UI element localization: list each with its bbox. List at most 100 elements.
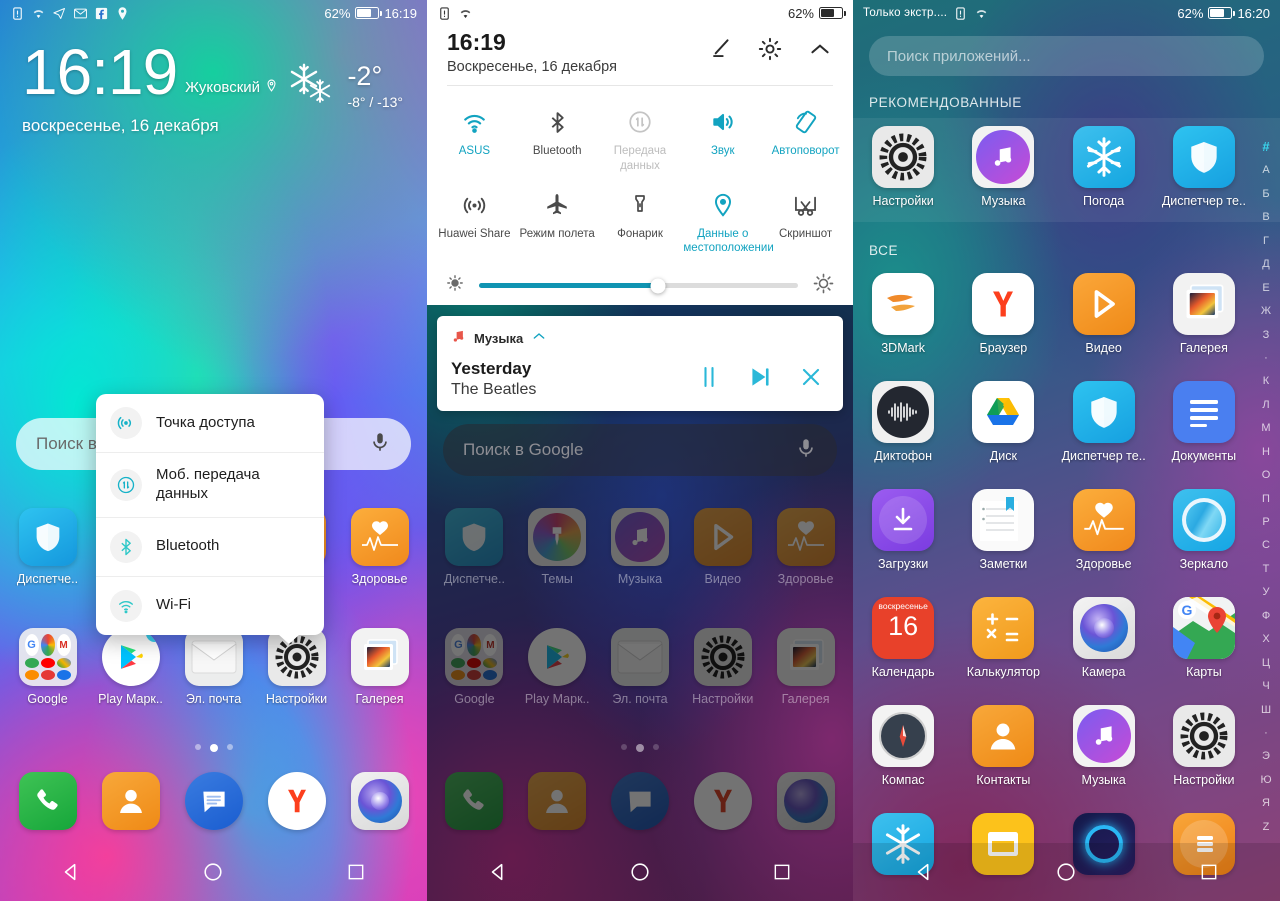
clock-widget[interactable]: 16:19 Жуковский воскресенье, 16 декабря … [22, 40, 411, 136]
back-icon[interactable] [470, 853, 526, 891]
alpha-letter[interactable]: Z [1263, 821, 1270, 833]
alpha-letter[interactable]: Т [1263, 563, 1270, 575]
dock-item-yandex[interactable] [685, 772, 761, 836]
recents-icon[interactable] [1181, 853, 1237, 891]
page-dot[interactable] [194, 744, 201, 750]
edit-icon[interactable] [707, 36, 733, 67]
alpha-letter[interactable]: Е [1262, 282, 1269, 294]
alpha-letter[interactable]: О [1262, 470, 1271, 481]
app-item[interactable]: Галерея [342, 628, 418, 706]
home-icon[interactable] [1038, 853, 1094, 891]
popup-item-bluetooth[interactable]: Bluetooth [96, 516, 324, 576]
alpha-letter[interactable]: Ц [1262, 657, 1270, 669]
alpha-letter[interactable]: Ч [1262, 681, 1269, 692]
dock-item-messages[interactable] [176, 772, 252, 836]
mic-icon[interactable] [369, 431, 391, 458]
alpha-letter[interactable]: А [1262, 165, 1269, 176]
home-icon[interactable] [612, 853, 668, 891]
app-item[interactable]: Настройки [853, 126, 953, 208]
app-item[interactable]: Диск [953, 381, 1053, 463]
app-item[interactable]: Зеркало [1154, 489, 1254, 571]
qs-tile-bluetooth[interactable]: Bluetooth [516, 100, 599, 183]
app-item[interactable]: Темы [519, 508, 595, 586]
alpha-letter[interactable]: Я [1262, 798, 1270, 809]
dock-item-camera[interactable] [768, 772, 844, 836]
gear-icon[interactable] [757, 36, 783, 67]
page-dot[interactable] [653, 744, 659, 750]
popup-item-wifi[interactable]: Wi-Fi [96, 575, 324, 635]
alpha-letter[interactable]: Г [1263, 235, 1269, 247]
app-item[interactable]: Диктофон [853, 381, 953, 463]
alpha-letter[interactable]: # [1262, 140, 1269, 153]
page-dot-active[interactable] [209, 744, 218, 752]
alpha-letter[interactable]: Н [1262, 446, 1270, 458]
app-item[interactable]: Контакты [953, 705, 1053, 787]
home-icon[interactable] [185, 853, 241, 891]
app-item[interactable]: Здоровье [342, 508, 418, 586]
app-item[interactable]: воскресенье 16 Календарь [853, 597, 953, 679]
alpha-letter[interactable]: · [1264, 727, 1268, 739]
app-item[interactable]: Галерея [1154, 273, 1254, 355]
qs-tile-airplane[interactable]: Режим полета [516, 183, 599, 266]
alpha-letter[interactable]: Ш [1261, 704, 1271, 716]
alpha-letter[interactable]: В [1262, 212, 1269, 223]
page-dot[interactable] [226, 744, 233, 750]
alpha-letter[interactable]: Д [1262, 259, 1269, 270]
back-icon[interactable] [896, 853, 952, 891]
dock-item-contacts[interactable] [93, 772, 169, 836]
app-item[interactable]: Настройки [685, 628, 761, 706]
app-item[interactable]: Браузер [953, 273, 1053, 355]
music-notification[interactable]: Музыка Yesterday The Beatles [437, 316, 843, 411]
app-item[interactable]: Эл. почта [176, 628, 252, 706]
app-item[interactable]: Компас [853, 705, 953, 787]
app-item[interactable]: G M Google [436, 628, 512, 706]
recents-icon[interactable] [754, 853, 810, 891]
alphabet-index[interactable]: # А Б В Г Д Е Ж З · К Л М Н О П Р С Т У … [1254, 140, 1278, 833]
dock-item-phone[interactable] [436, 772, 512, 836]
app-item[interactable]: Диспетчер те.. [1054, 381, 1154, 463]
alpha-letter[interactable]: У [1263, 587, 1270, 598]
app-item[interactable]: Play Марк.. [93, 628, 169, 706]
page-dot-active[interactable] [636, 744, 644, 752]
expand-icon[interactable] [531, 328, 547, 349]
pause-icon[interactable] [697, 364, 721, 395]
app-item[interactable]: Эл. почта [602, 628, 678, 706]
brightness-slider[interactable] [479, 278, 798, 294]
app-item[interactable]: Настройки [1154, 705, 1254, 787]
app-item[interactable]: Загрузки [853, 489, 953, 571]
app-item[interactable]: Диспетче.. [10, 508, 86, 586]
mic-icon[interactable] [795, 437, 817, 464]
close-icon[interactable] [799, 365, 823, 394]
qs-tile-location[interactable]: Данные о местоположении [681, 183, 774, 266]
alpha-letter[interactable]: С [1262, 540, 1270, 551]
app-item[interactable]: G Карты [1154, 597, 1254, 679]
app-item[interactable]: G M Google [10, 628, 86, 706]
app-item[interactable]: Музыка [953, 126, 1053, 208]
qs-tile-flashlight[interactable]: Фонарик [599, 183, 682, 266]
app-item[interactable]: Документы [1154, 381, 1254, 463]
next-icon[interactable] [747, 364, 773, 395]
recents-icon[interactable] [328, 853, 384, 891]
dock-item-camera[interactable] [342, 772, 418, 836]
dock-item-yandex[interactable] [259, 772, 335, 836]
dock-item-contacts[interactable] [519, 772, 595, 836]
qs-tile-sound[interactable]: Звук [681, 100, 764, 183]
alpha-letter[interactable]: К [1263, 376, 1269, 387]
app-item[interactable]: Видео [685, 508, 761, 586]
alpha-letter[interactable]: Ф [1262, 610, 1270, 622]
app-item[interactable]: Здоровье [768, 508, 844, 586]
dock-item-phone[interactable] [10, 772, 86, 836]
alpha-letter[interactable]: Л [1262, 399, 1269, 411]
app-item[interactable]: Музыка [1054, 705, 1154, 787]
app-item[interactable]: Галерея [768, 628, 844, 706]
app-item[interactable]: Видео [1054, 273, 1154, 355]
app-item[interactable]: Камера [1054, 597, 1154, 679]
alpha-letter[interactable]: Р [1262, 517, 1269, 528]
app-item[interactable]: Play Марк.. [519, 628, 595, 706]
qs-tile-huawei-share[interactable]: Huawei Share [433, 183, 516, 266]
google-search-bar-2[interactable]: Поиск в Google [443, 424, 837, 476]
app-item[interactable]: Погода [1054, 126, 1154, 208]
alpha-letter[interactable]: · [1264, 352, 1268, 364]
alpha-letter[interactable]: Ю [1260, 774, 1271, 786]
back-icon[interactable] [43, 853, 99, 891]
